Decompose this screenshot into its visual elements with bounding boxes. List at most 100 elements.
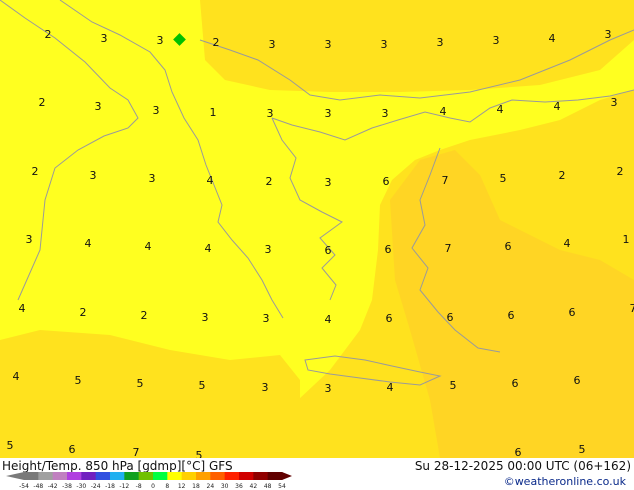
- value-label: 6: [574, 374, 581, 387]
- value-label: 3: [101, 32, 108, 45]
- legend-swatch: [181, 472, 197, 480]
- value-label: 6: [325, 244, 332, 257]
- legend-swatch: [167, 472, 183, 480]
- value-label: 3: [263, 312, 270, 325]
- legend-swatch: [196, 472, 211, 480]
- value-label: 4: [85, 237, 92, 250]
- legend-swatch: [52, 472, 68, 480]
- value-label: 6: [383, 175, 390, 188]
- legend-tick-label: -12: [119, 483, 129, 490]
- value-label: 7: [442, 174, 449, 187]
- value-label: 5: [199, 379, 206, 392]
- value-label: 5: [7, 439, 14, 452]
- value-label: 3: [157, 34, 164, 47]
- value-label: 3: [493, 34, 500, 47]
- legend-swatch: [24, 472, 39, 480]
- value-label: 5: [500, 172, 507, 185]
- value-label: 3: [90, 169, 97, 182]
- value-label: 6: [69, 443, 76, 456]
- value-label: 3: [437, 36, 444, 49]
- value-label: 2: [45, 28, 52, 41]
- legend-swatch: [267, 472, 283, 480]
- value-label: 4: [145, 240, 152, 253]
- legend-swatch: [95, 472, 111, 480]
- legend-tick-label: -18: [105, 483, 115, 490]
- legend-tick-label: 8: [165, 483, 169, 490]
- map-canvas: 2 3 3 2 3 3 3 3 3 4 3 2 3 3 1 3 3 3 4 4 4 3 2 3 3 4 2 3 6 7 5 2 2 3 4 4 4 3 6 6…: [0, 0, 634, 458]
- value-label: 1: [210, 106, 217, 119]
- legend-tick-label: -8: [136, 483, 142, 490]
- value-label: 4: [564, 237, 571, 250]
- value-label: 3: [611, 96, 618, 109]
- value-label: 5: [137, 377, 144, 390]
- value-label: 3: [269, 38, 276, 51]
- value-label: 6: [386, 312, 393, 325]
- value-label: 3: [153, 104, 160, 117]
- value-label: 3: [26, 233, 33, 246]
- legend-tick-label: -48: [33, 483, 43, 490]
- value-label: 2: [559, 169, 566, 182]
- legend-tick-label: 30: [221, 483, 229, 490]
- value-label: 7: [445, 242, 452, 255]
- value-label: 2: [141, 309, 148, 322]
- value-label: 3: [325, 176, 332, 189]
- weather-map: 2 3 3 2 3 3 3 3 3 4 3 2 3 3 1 3 3 3 4 4 4 3 2 3 3 4 2 3 6 7 5 2 2 3 4 4 4 3 6 6…: [0, 0, 634, 458]
- legend-swatch: [210, 472, 226, 480]
- legend-tick-label: 18: [192, 483, 200, 490]
- legend-swatch: [67, 472, 82, 480]
- value-label: 6: [515, 446, 522, 458]
- value-label: 3: [382, 107, 389, 120]
- value-label: 6: [505, 240, 512, 253]
- value-label: 2: [39, 96, 46, 109]
- value-label: 6: [512, 377, 519, 390]
- value-label: 4: [440, 105, 447, 118]
- value-label: 5: [450, 379, 457, 392]
- legend-tick-label: -38: [62, 483, 72, 490]
- value-label: 4: [554, 100, 561, 113]
- value-label: 2: [266, 175, 273, 188]
- legend-arrow-right: [282, 472, 292, 480]
- valid-time: Su 28-12-2025 00:00 UTC (06+162): [414, 459, 631, 473]
- legend-tick-label: 24: [207, 483, 215, 490]
- value-label: 3: [267, 107, 274, 120]
- legend-tick-label: 48: [264, 483, 272, 490]
- legend-swatch: [253, 472, 269, 480]
- legend-arrow-left: [6, 472, 24, 480]
- legend-tick-label: 36: [235, 483, 243, 490]
- legend-swatch: [81, 472, 97, 480]
- legend-swatch: [224, 472, 240, 480]
- value-label: 6: [569, 306, 576, 319]
- value-label: 4: [325, 313, 332, 326]
- legend-tick-label: -42: [48, 483, 58, 490]
- value-label: 6: [385, 243, 392, 256]
- value-label: 6: [508, 309, 515, 322]
- value-label: 4: [497, 103, 504, 116]
- value-label: 3: [325, 107, 332, 120]
- value-label: 3: [262, 381, 269, 394]
- value-label: 5: [579, 443, 586, 456]
- value-label: 2: [80, 306, 87, 319]
- legend-swatch: [239, 472, 254, 480]
- legend-tick-label: -54: [19, 483, 29, 490]
- value-label: 3: [202, 311, 209, 324]
- value-label: 3: [95, 100, 102, 113]
- legend-swatch: [153, 472, 168, 480]
- legend-tick-label: -24: [91, 483, 101, 490]
- value-label: 4: [207, 174, 214, 187]
- value-label: 3: [325, 382, 332, 395]
- value-label: 5: [196, 449, 203, 458]
- value-label: 7: [133, 446, 140, 458]
- value-label: 4: [549, 32, 556, 45]
- color-legend: -54 -48 -42 -38 -30 -24 -18 -12 -8 0 8 12 18 24 30 36 42…: [6, 472, 292, 490]
- credit-link[interactable]: ©weatheronline.co.uk: [504, 475, 626, 488]
- value-label: 3: [381, 38, 388, 51]
- value-label: 3: [605, 28, 612, 41]
- legend-swatch: [138, 472, 154, 480]
- value-label: 2: [617, 165, 624, 178]
- legend-tick-label: 12: [178, 483, 186, 490]
- value-label: 5: [75, 374, 82, 387]
- value-label: 6: [447, 311, 454, 324]
- legend-tick-label: 54: [278, 483, 286, 490]
- legend-tick-label: 42: [250, 483, 258, 490]
- value-label: 4: [19, 302, 26, 315]
